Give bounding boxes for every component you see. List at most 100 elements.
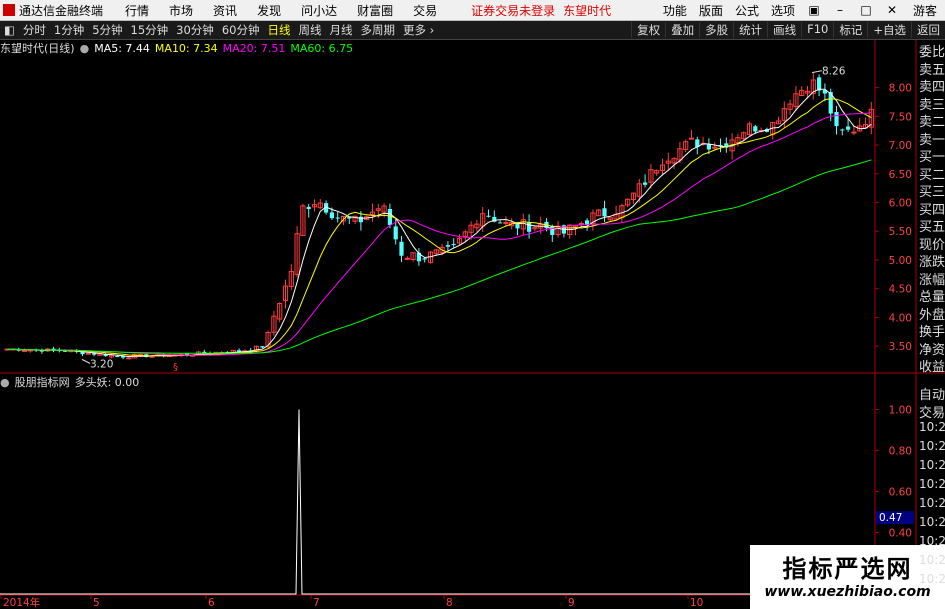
trade-label-0[interactable]: 自动 (919, 384, 945, 403)
candle-down (237, 350, 242, 352)
x-tick-label: 5 (93, 597, 100, 609)
indicator-current-value: 0.47 (879, 512, 902, 524)
watermark-title: 指标严选网 (782, 555, 913, 583)
candle-down (445, 245, 450, 247)
ma60-line (7, 159, 872, 354)
candle-down (329, 212, 334, 219)
candle-down (706, 144, 711, 150)
candle-down (335, 217, 340, 219)
x-tick-label: 2014年 (3, 596, 40, 609)
side-label-4: 卖二 (919, 115, 945, 130)
candle-down (527, 222, 532, 232)
side-label-18: 收益 (919, 360, 945, 375)
side-label-9: 买四 (919, 202, 945, 218)
trade-time-0: 10:24 (919, 420, 945, 434)
trade-time-5: 10:24 (919, 515, 945, 529)
candle-up (688, 137, 695, 140)
price-tick-label: 7.50 (889, 111, 912, 123)
candle-down (498, 222, 503, 224)
ma20-line (7, 112, 872, 356)
side-label-14: 总量 (919, 290, 945, 305)
candle-down (486, 215, 491, 217)
candle-down (834, 111, 839, 127)
side-label-12: 涨跌 (919, 255, 945, 270)
x-tick-label: 8 (446, 597, 453, 609)
candle-up (126, 357, 132, 360)
watermark: 指标严选网 www.xuezhibiao.com (750, 545, 945, 609)
side-label-7: 买二 (919, 167, 945, 183)
trade-time-1: 10:24 (919, 439, 945, 453)
ma5-line (7, 88, 872, 358)
side-label-8: 买三 (919, 185, 945, 200)
candle-up (851, 131, 857, 134)
high-price-label: 8.26 (822, 66, 846, 78)
price-tick-label: 3.50 (889, 341, 912, 353)
price-tick-label: 6.00 (889, 198, 912, 210)
side-label-2: 卖四 (919, 80, 945, 95)
candle-down (602, 208, 607, 217)
trade-time-4: 10:24 (919, 496, 945, 510)
auto-trade-panel: 自动交易10:2410:2410:2410:2410:2410:2410:241… (919, 384, 945, 591)
price-tick-label: 6.50 (889, 169, 912, 181)
trade-time-6: 10:24 (919, 534, 945, 548)
candle-down (399, 241, 404, 256)
price-tick-label: 4.00 (889, 312, 912, 324)
trade-time-3: 10:24 (919, 477, 945, 491)
indicator-tick-label: 0.40 (889, 528, 912, 540)
candle-down (753, 126, 758, 132)
low-marker-line (81, 358, 91, 364)
indicator-tick-label: 0.60 (889, 487, 912, 499)
side-label-17: 净资 (919, 342, 945, 358)
price-tick-label: 7.00 (889, 140, 912, 152)
candle-down (846, 126, 851, 130)
price-tick-label: 5.50 (889, 226, 912, 238)
candle-up (404, 257, 410, 260)
dividend-marker-icon: § (173, 362, 178, 373)
candle-up (85, 352, 91, 355)
candle-up (21, 349, 28, 352)
side-label-13: 涨幅 (919, 272, 945, 288)
candle-down (306, 206, 311, 210)
trade-time-2: 10:24 (919, 458, 945, 472)
high-marker-line (811, 70, 823, 74)
side-label-3: 卖三 (919, 97, 945, 113)
quote-side-panel: 委比 卖五 卖四 卖三 卖二 卖一 买一 买二 买三 买四 买五 现价 涨跌 涨幅 总量 外盘 换手 净资 收益 (919, 44, 945, 377)
trade-time-8: 10:25 (919, 572, 945, 586)
candle-down (393, 226, 398, 240)
kline-chart[interactable]: 8.00 7.50 7.00 6.50 6.00 5.50 5.00 4.50 4.00 3.50… (0, 0, 945, 609)
x-tick-label: 10 (690, 597, 703, 609)
x-tick-label: 7 (313, 597, 320, 609)
candle-down (115, 356, 120, 358)
candle-down (260, 346, 265, 348)
candle-down (840, 129, 845, 131)
x-tick-label: 6 (208, 597, 215, 609)
candle-down (422, 258, 427, 260)
duotouyao-indicator-line (0, 409, 875, 595)
candle-up (712, 146, 718, 149)
x-tick-label: 9 (568, 597, 575, 609)
indicator-tick-label: 0.80 (889, 446, 912, 458)
price-tick-label: 5.00 (889, 255, 912, 267)
side-label-6: 买一 (919, 150, 945, 165)
candle-down (817, 77, 822, 91)
side-label-5: 卖一 (919, 132, 945, 148)
candle-down (550, 226, 555, 236)
candle-down (643, 182, 648, 185)
candle-up (503, 221, 509, 224)
side-label-1: 卖五 (919, 62, 945, 78)
price-tick-label: 8.00 (889, 83, 912, 95)
candle-down (451, 244, 456, 246)
trade-label-1[interactable]: 交易 (919, 402, 945, 421)
side-label-0: 委比 (919, 45, 945, 60)
price-tick-label: 4.50 (889, 284, 912, 296)
indicator-tick-label: 1.00 (889, 405, 912, 417)
low-price-label: 3.20 (90, 358, 113, 370)
watermark-url: www.xuezhibiao.com (764, 584, 931, 600)
candle-up (578, 222, 584, 225)
candle-down (585, 220, 590, 225)
side-label-16: 换手 (919, 325, 945, 340)
trade-time-7: 10:25 (919, 553, 945, 567)
side-label-11: 现价 (919, 237, 945, 253)
candle-down (358, 216, 363, 223)
side-label-15: 外盘 (919, 307, 945, 323)
